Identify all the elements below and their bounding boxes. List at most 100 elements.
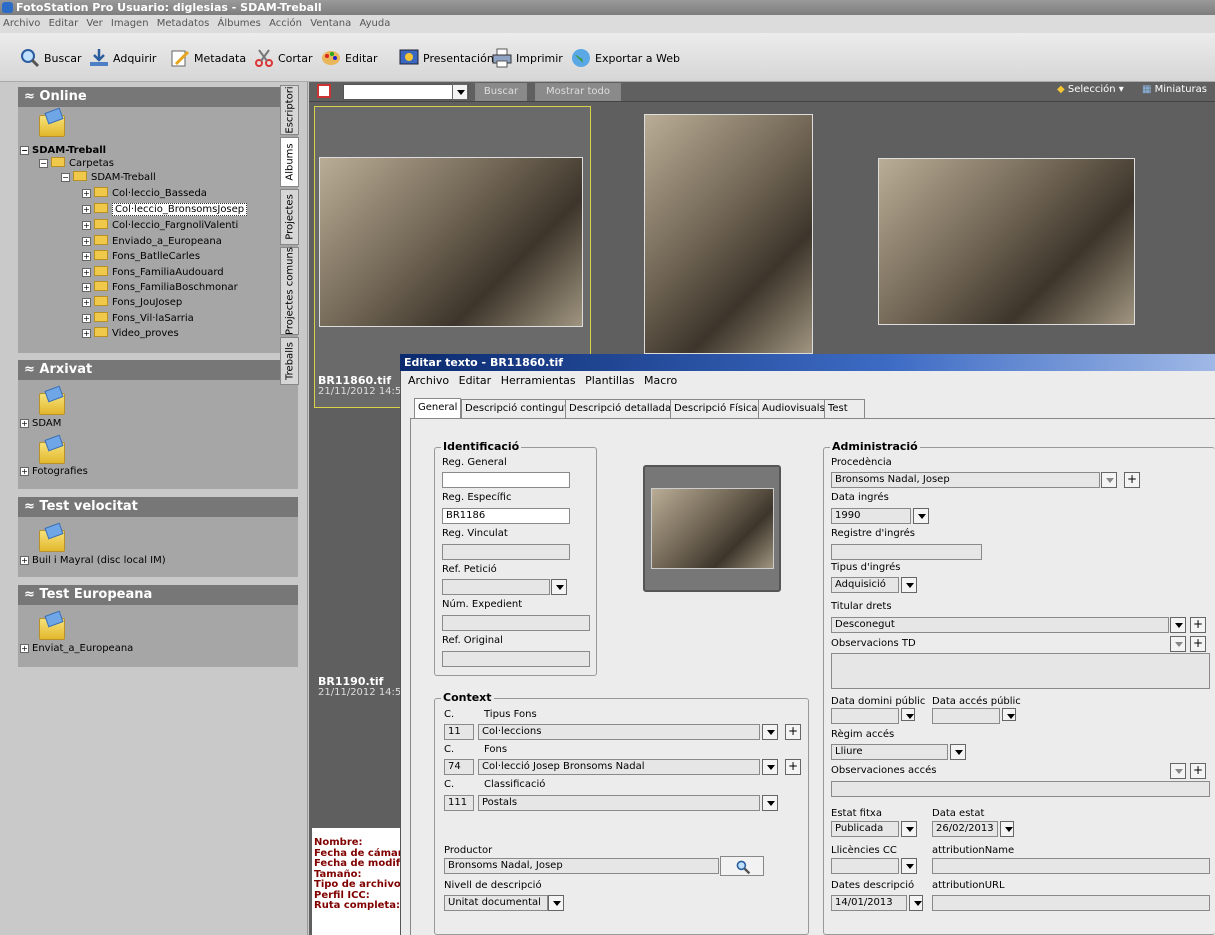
arxivat-header[interactable]: ≈ Arxivat <box>18 360 298 380</box>
observacions-td-dropdown[interactable] <box>1170 636 1186 652</box>
fons-code[interactable]: 74 <box>444 759 474 775</box>
reg-vinculat-field[interactable] <box>442 544 570 560</box>
estat-fitxa-field[interactable]: Publicada <box>831 821 899 837</box>
data-acces-field[interactable] <box>932 708 1000 724</box>
reg-general-field[interactable] <box>442 472 570 488</box>
tree-folder[interactable]: + Fons_FamiliaAudouard <box>82 266 224 278</box>
procedencia-field[interactable]: Bronsoms Nadal, Josep <box>831 472 1100 488</box>
adquirir-button[interactable]: Adquirir <box>89 46 156 70</box>
tree-fotografies[interactable]: + Fotografies <box>20 466 88 477</box>
ref-peticio-field[interactable] <box>442 579 550 595</box>
tab-projectes-comuns[interactable]: Projectes comuns <box>280 247 299 335</box>
reg-especific-field[interactable]: BR1186 <box>442 508 570 524</box>
data-estat-field[interactable]: 26/02/2013 <box>932 821 998 837</box>
photo-crowd-station[interactable] <box>319 157 583 327</box>
classificacio-code[interactable]: 111 <box>444 795 474 811</box>
fons-field[interactable]: Col·lecció Josep Bronsoms Nadal <box>478 759 760 775</box>
tipus-fons-field[interactable]: Col·leccions <box>478 724 760 740</box>
grid-view-icon[interactable] <box>317 84 331 98</box>
tab-descripcio-detallada[interactable]: Descripció detallada <box>565 399 676 418</box>
data-ingres-dropdown[interactable] <box>913 508 929 524</box>
menu-archivo[interactable]: Archivo <box>3 18 40 29</box>
data-acces-dropdown[interactable] <box>1002 708 1016 721</box>
llicencies-field[interactable] <box>831 858 899 874</box>
editar-button[interactable]: Editar <box>321 46 378 70</box>
mostrar-todo-button[interactable]: Mostrar todo <box>535 83 621 101</box>
exportar-web-button[interactable]: Exportar a Web <box>571 46 680 70</box>
productor-field[interactable]: Bronsoms Nadal, Josep <box>444 858 719 874</box>
browser-buscar-button[interactable]: Buscar <box>475 83 527 101</box>
test-velocitat-header[interactable]: ≈ Test velocitat <box>18 497 298 517</box>
tab-albums[interactable]: Albums <box>280 137 299 187</box>
photo-storefront[interactable] <box>878 158 1135 325</box>
estat-fitxa-dropdown[interactable] <box>901 821 917 837</box>
dmenu-editar[interactable]: Editar <box>459 374 492 387</box>
tipus-ingres-field[interactable]: Adquisició <box>831 577 899 593</box>
tree-buil[interactable]: + Buil i Mayral (disc local IM) <box>20 555 166 566</box>
dates-descripcio-dropdown[interactable] <box>909 895 923 911</box>
tree-folder-selected[interactable]: + Col·leccio_BronsomsJosep <box>82 203 248 216</box>
ref-peticio-dropdown[interactable] <box>551 579 567 595</box>
tree-folder[interactable]: + Col·leccio_Basseda <box>82 187 207 199</box>
test-europeana-header[interactable]: ≈ Test Europeana <box>18 585 298 605</box>
attribution-url-field[interactable] <box>932 895 1210 911</box>
data-domini-dropdown[interactable] <box>901 708 915 721</box>
metadata-button[interactable]: Metadata <box>170 46 246 70</box>
titular-drets-field[interactable]: Desconegut <box>831 617 1169 633</box>
tree-folder[interactable]: + Col·leccio_FargnoliValenti <box>82 219 238 231</box>
tree-folder[interactable]: + Fons_FamiliaBoschmonar <box>82 281 238 293</box>
classificacio-dropdown[interactable] <box>762 795 778 811</box>
menu-imagen[interactable]: Imagen <box>111 18 149 29</box>
observacions-td-add-button[interactable]: + <box>1190 636 1206 652</box>
tipus-fons-code[interactable]: 11 <box>444 724 474 740</box>
menu-albumes[interactable]: Álbumes <box>217 18 260 29</box>
classificacio-field[interactable]: Postals <box>478 795 760 811</box>
europeana-folder-icon[interactable] <box>39 618 65 640</box>
titular-drets-add-button[interactable]: + <box>1190 617 1206 633</box>
cortar-button[interactable]: Cortar <box>254 46 313 70</box>
tree-folder[interactable]: + Fons_BatlleCarles <box>82 250 200 262</box>
dmenu-plantillas[interactable]: Plantillas <box>585 374 634 387</box>
menu-metadatos[interactable]: Metadatos <box>157 18 210 29</box>
tipus-fons-dropdown[interactable] <box>762 724 778 740</box>
tipus-fons-add-button[interactable]: + <box>785 724 801 740</box>
productor-search-button[interactable] <box>720 856 764 876</box>
tree-enviat[interactable]: + Enviat_a_Europeana <box>20 643 133 654</box>
tab-projectes[interactable]: Projectes <box>280 189 299 245</box>
tab-audiovisuals[interactable]: Audiovisuals <box>758 399 829 418</box>
menu-editar[interactable]: Editar <box>49 18 79 29</box>
tab-descripcio-contingut[interactable]: Descripció contingut <box>461 399 572 418</box>
llicencies-dropdown[interactable] <box>901 858 917 874</box>
online-header[interactable]: ≈ Online <box>18 87 298 107</box>
observacions-td-textarea[interactable] <box>831 653 1210 689</box>
observaciones-acces-add-button[interactable]: + <box>1190 763 1206 779</box>
tree-folder[interactable]: + Video_proves <box>82 327 179 339</box>
regim-acces-dropdown[interactable] <box>950 744 966 760</box>
tipus-ingres-dropdown[interactable] <box>901 577 917 593</box>
nivell-field[interactable]: Unitat documental <box>444 895 548 911</box>
tab-general[interactable]: General <box>414 398 462 419</box>
tab-descripcio-fisica[interactable]: Descripció Física <box>670 399 762 418</box>
menu-ventana[interactable]: Ventana <box>310 18 351 29</box>
chevron-down-icon[interactable] <box>452 84 468 100</box>
search-combo[interactable] <box>343 84 469 100</box>
menu-accion[interactable]: Acción <box>269 18 302 29</box>
dmenu-macro[interactable]: Macro <box>644 374 677 387</box>
tab-escriptori[interactable]: Escriptori <box>280 85 299 135</box>
menu-ver[interactable]: Ver <box>86 18 102 29</box>
data-ingres-field[interactable]: 1990 <box>831 508 911 524</box>
tree-sdam-treball[interactable]: − SDAM-Treball <box>61 171 156 183</box>
fons-dropdown[interactable] <box>762 759 778 775</box>
procedencia-dropdown[interactable] <box>1101 472 1117 488</box>
tree-root[interactable]: − SDAM-Treball <box>20 145 106 156</box>
tree-carpetas[interactable]: − Carpetas <box>39 157 114 169</box>
num-expedient-field[interactable] <box>442 615 590 631</box>
titular-drets-dropdown[interactable] <box>1170 617 1186 633</box>
dmenu-herramientas[interactable]: Herramientas <box>501 374 576 387</box>
procedencia-add-button[interactable]: + <box>1124 472 1140 488</box>
buil-folder-icon[interactable] <box>39 530 65 552</box>
tree-folder[interactable]: + Enviado_a_Europeana <box>82 235 222 247</box>
menu-ayuda[interactable]: Ayuda <box>359 18 390 29</box>
registre-ingres-field[interactable] <box>831 544 982 560</box>
data-domini-field[interactable] <box>831 708 899 724</box>
